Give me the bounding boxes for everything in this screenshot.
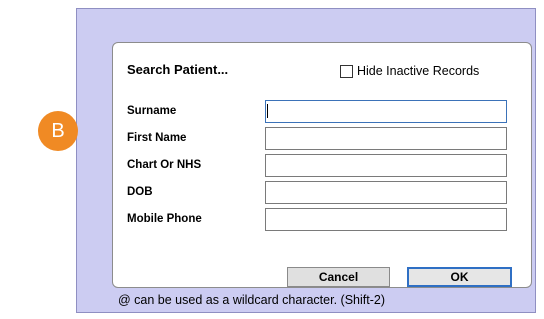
mobile-phone-input[interactable] (265, 208, 507, 231)
surname-input[interactable] (265, 100, 507, 123)
dialog-title: Search Patient... (127, 62, 229, 77)
chart-nhs-label: Chart Or NHS (127, 159, 202, 171)
first-name-input[interactable] (265, 127, 507, 150)
text-caret (267, 104, 268, 118)
callout-marker-badge: B (38, 111, 78, 151)
search-panel: Search Patient... Hide Inactive Records … (112, 42, 532, 288)
wildcard-hint: @ can be used as a wildcard character. (… (118, 293, 385, 307)
hide-inactive-checkbox[interactable] (340, 64, 353, 78)
dob-label: DOB (127, 186, 153, 198)
hide-inactive-label: Hide Inactive Records (357, 64, 480, 78)
hide-inactive-toggle[interactable]: Hide Inactive Records (340, 64, 479, 78)
dob-input[interactable] (265, 181, 507, 204)
first-name-label: First Name (127, 132, 187, 144)
surname-label: Surname (127, 105, 177, 117)
cancel-button[interactable]: Cancel (287, 267, 390, 287)
search-patient-window: Search Patient... Hide Inactive Records … (76, 8, 536, 313)
mobile-phone-label: Mobile Phone (127, 213, 202, 225)
chart-nhs-input[interactable] (265, 154, 507, 177)
ok-button[interactable]: OK (407, 267, 512, 287)
